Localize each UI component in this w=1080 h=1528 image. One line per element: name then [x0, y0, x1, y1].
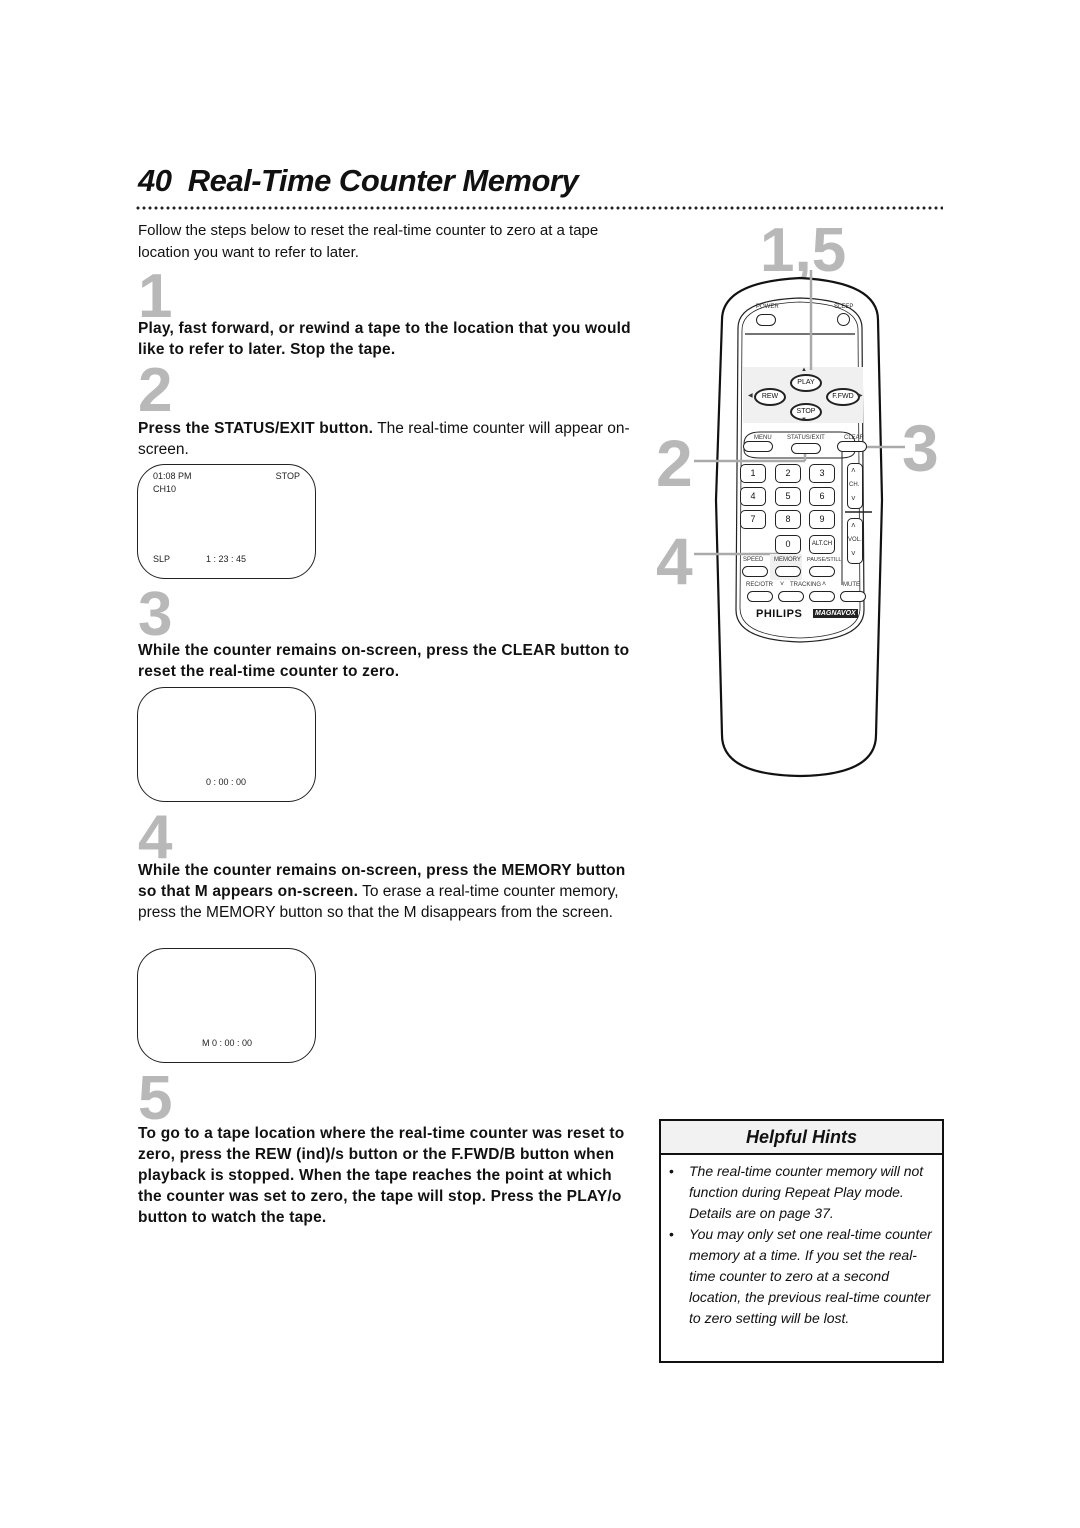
- digit-8-button[interactable]: 8: [775, 510, 801, 529]
- tracking-up-icon: ˄: [822, 581, 827, 588]
- page-number: 40: [138, 163, 172, 198]
- sleep-label: SLEEP: [834, 304, 854, 310]
- intro-text: Follow the steps below to reset the real…: [138, 222, 599, 261]
- tv-screen-step-3: 0 : 00 : 00: [137, 687, 316, 802]
- memory-label: MEMORY: [774, 557, 801, 563]
- pause-still-label: PAUSE/STILL: [807, 557, 842, 563]
- digit-5-button[interactable]: 5: [775, 487, 801, 506]
- screen-speed: SLP: [153, 554, 171, 564]
- digit-4-button[interactable]: 4: [740, 487, 766, 506]
- step-number-2: 2: [138, 356, 173, 425]
- step-4-text: While the counter remains on-screen, pre…: [138, 860, 638, 923]
- pause-still-button[interactable]: [809, 566, 835, 577]
- step-3-bold: While the counter remains on-screen, pre…: [138, 642, 630, 680]
- digit-3-button[interactable]: 3: [809, 464, 835, 483]
- mute-label: MUTE: [843, 582, 860, 588]
- menu-button[interactable]: [743, 441, 773, 452]
- step-2-text: Press the STATUS/EXIT button. The real-t…: [138, 418, 638, 460]
- rec-otr-label: REC/OTR: [746, 582, 773, 588]
- ffwd-arrow-icon: ▶: [858, 393, 863, 399]
- screen-counter: M 0 : 00 : 00: [202, 1038, 253, 1048]
- mute-button[interactable]: [840, 591, 866, 602]
- screen-status: STOP: [275, 471, 300, 481]
- status-exit-button[interactable]: [791, 443, 821, 454]
- channel-up-icon: ˄: [851, 466, 856, 475]
- power-button[interactable]: [756, 314, 776, 326]
- step-5-text: To go to a tape location where the real-…: [138, 1123, 638, 1228]
- tv-screen-step-2: 01:08 PM STOP CH10 SLP 1 : 23 : 45: [137, 464, 316, 579]
- digit-6-button[interactable]: 6: [809, 487, 835, 506]
- digit-0-button[interactable]: 0: [775, 535, 801, 554]
- step-3-text: While the counter remains on-screen, pre…: [138, 640, 638, 682]
- screen-time: 01:08 PM: [153, 471, 192, 481]
- page-heading: Real-Time Counter Memory: [187, 163, 579, 198]
- tv-screen-step-4: M 0 : 00 : 00: [137, 948, 316, 1063]
- step-1-bold: Play, fast forward, or rewind a tape to …: [138, 320, 631, 358]
- hint-item: The real-time counter memory will not fu…: [669, 1161, 932, 1224]
- step-2-bold: Press the STATUS/EXIT button.: [138, 420, 374, 437]
- helpful-hints-box: Helpful Hints The real-time counter memo…: [659, 1119, 944, 1363]
- screen-counter: 0 : 00 : 00: [206, 777, 247, 787]
- remote-illustration: 1,5 2 3 4 POWER SLEEP PLAY REW F.FWD STO…: [650, 210, 950, 790]
- alt-ch-button[interactable]: ALT.CH: [809, 535, 835, 554]
- rew-button[interactable]: REW: [754, 388, 786, 406]
- tracking-up-button[interactable]: [809, 591, 835, 602]
- tracking-down-button[interactable]: [778, 591, 804, 602]
- power-label: POWER: [756, 304, 779, 310]
- volume-label: VOL.: [848, 537, 862, 543]
- step-5-bold: To go to a tape location where the real-…: [138, 1125, 625, 1226]
- hints-list: The real-time counter memory will not fu…: [661, 1161, 942, 1329]
- digit-2-button[interactable]: 2: [775, 464, 801, 483]
- ffwd-button[interactable]: F.FWD: [826, 388, 860, 406]
- clear-button[interactable]: [837, 441, 867, 452]
- status-exit-label: STATUS/EXIT: [787, 435, 825, 441]
- digit-9-button[interactable]: 9: [809, 510, 835, 529]
- play-button[interactable]: PLAY: [790, 374, 822, 392]
- channel-label: CH.: [849, 482, 860, 488]
- tracking-label: TRACKING: [790, 582, 822, 588]
- rew-arrow-icon: ◀: [748, 393, 753, 399]
- helpful-hints-title: Helpful Hints: [661, 1121, 942, 1155]
- play-arrow-icon: ▲: [801, 367, 807, 373]
- channel-down-icon: ˅: [851, 494, 856, 503]
- volume-down-icon: ˅: [851, 549, 856, 558]
- hint-item: You may only set one real-time counter m…: [669, 1224, 932, 1329]
- philips-logo: PHILIPS: [756, 608, 803, 620]
- step-1-text: Play, fast forward, or rewind a tape to …: [138, 318, 638, 360]
- page-title: 40 Real-Time Counter Memory: [138, 163, 579, 199]
- digit-1-button[interactable]: 1: [740, 464, 766, 483]
- stop-arrow-icon: ▼: [801, 417, 807, 423]
- memory-button[interactable]: [775, 566, 801, 577]
- screen-counter: 1 : 23 : 45: [206, 554, 247, 564]
- tracking-down-icon: ˅: [780, 581, 785, 588]
- screen-channel: CH10: [153, 484, 177, 494]
- volume-rocker[interactable]: ˄ VOL. ˅: [847, 518, 863, 564]
- magnavox-logo: MAGNAVOX: [813, 609, 858, 618]
- step-number-5: 5: [138, 1064, 173, 1133]
- digit-7-button[interactable]: 7: [740, 510, 766, 529]
- speed-button[interactable]: [742, 566, 768, 577]
- volume-up-icon: ˄: [851, 521, 856, 530]
- channel-rocker[interactable]: ˄ CH. ˅: [847, 463, 863, 509]
- sleep-button[interactable]: [837, 313, 850, 326]
- speed-label: SPEED: [743, 557, 764, 563]
- step-number-3: 3: [138, 580, 173, 649]
- rec-otr-button[interactable]: [747, 591, 773, 602]
